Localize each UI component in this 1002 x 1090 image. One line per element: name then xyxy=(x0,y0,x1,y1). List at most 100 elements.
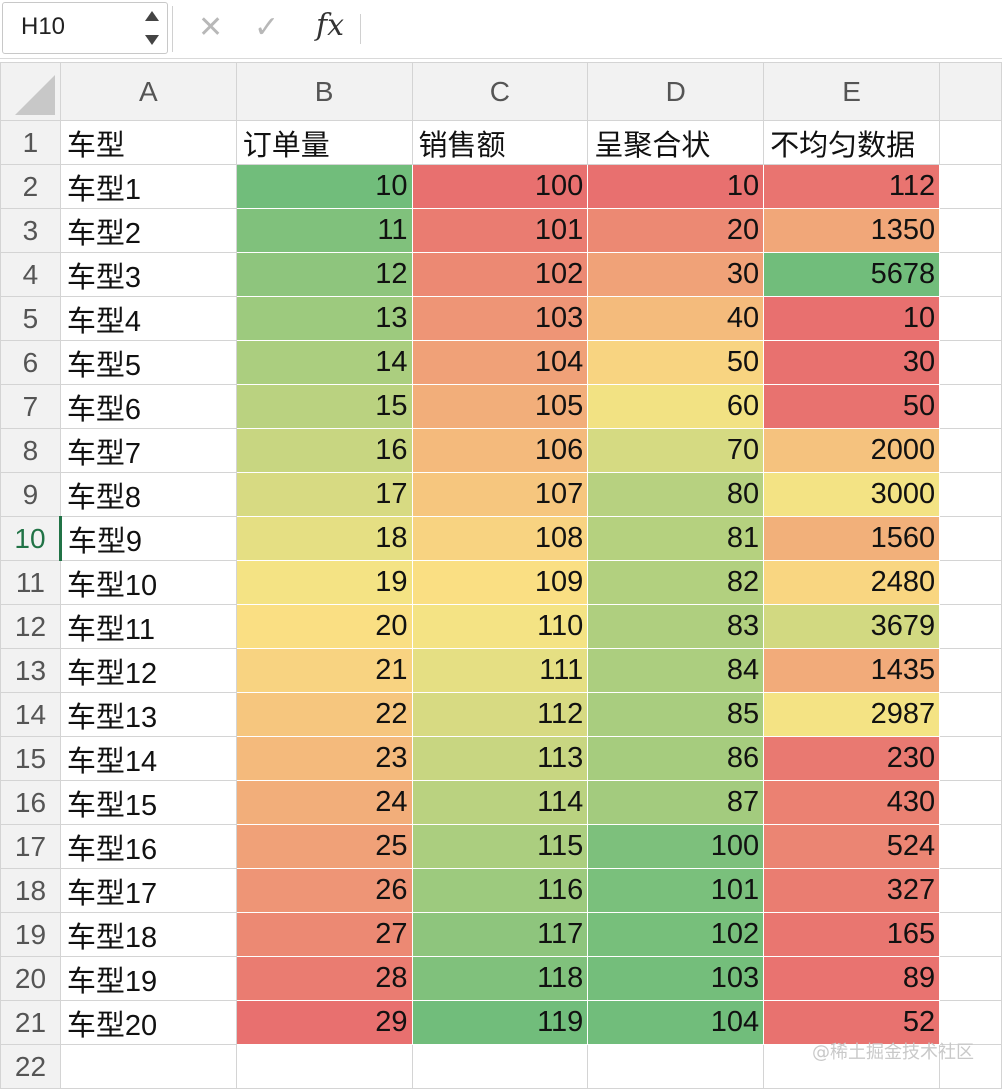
cell-clustered[interactable]: 82 xyxy=(587,560,764,605)
cell-empty[interactable] xyxy=(939,780,1002,825)
cell-orders[interactable]: 25 xyxy=(236,824,413,869)
row-header[interactable]: 2 xyxy=(0,164,61,209)
cell-sales[interactable]: 100 xyxy=(412,164,588,209)
cell-uneven[interactable]: 327 xyxy=(763,868,940,913)
cell-clustered[interactable]: 20 xyxy=(587,208,764,253)
cell-uneven[interactable]: 1435 xyxy=(763,648,940,693)
row-header[interactable]: 13 xyxy=(0,648,61,693)
cell-uneven[interactable]: 2987 xyxy=(763,692,940,737)
cell-sales[interactable]: 101 xyxy=(412,208,588,253)
cell-model[interactable]: 车型9 xyxy=(59,516,237,561)
cell-uneven[interactable]: 112 xyxy=(763,164,940,209)
cell-model[interactable]: 车型15 xyxy=(59,780,237,825)
select-all-corner[interactable] xyxy=(0,62,61,121)
cell-orders[interactable]: 15 xyxy=(236,384,413,429)
cell-clustered[interactable]: 50 xyxy=(587,340,764,385)
cell-uneven[interactable]: 524 xyxy=(763,824,940,869)
cell-empty[interactable] xyxy=(939,736,1002,781)
column-header-f-partial[interactable] xyxy=(939,62,1002,121)
cell-clustered[interactable]: 104 xyxy=(587,1000,764,1045)
cell-orders[interactable]: 20 xyxy=(236,604,413,649)
cell-clustered[interactable]: 101 xyxy=(587,868,764,913)
row-header[interactable]: 4 xyxy=(0,252,61,297)
row-header[interactable]: 11 xyxy=(0,560,61,605)
cell-model[interactable]: 车型19 xyxy=(59,956,237,1001)
cell-orders[interactable]: 24 xyxy=(236,780,413,825)
cell-empty[interactable] xyxy=(939,560,1002,605)
cell-model[interactable]: 车型11 xyxy=(59,604,237,649)
cell-sales[interactable]: 109 xyxy=(412,560,588,605)
cell-uneven[interactable]: 230 xyxy=(763,736,940,781)
cell-clustered[interactable]: 40 xyxy=(587,296,764,341)
cell-empty[interactable] xyxy=(939,252,1002,297)
cell-uneven[interactable]: 30 xyxy=(763,340,940,385)
row-header[interactable]: 14 xyxy=(0,692,61,737)
cell-orders[interactable]: 22 xyxy=(236,692,413,737)
row-header[interactable]: 12 xyxy=(0,604,61,649)
cell-empty[interactable] xyxy=(939,912,1002,957)
column-header-a[interactable]: A xyxy=(59,62,237,121)
cell-model[interactable]: 车型2 xyxy=(59,208,237,253)
cell-orders[interactable]: 23 xyxy=(236,736,413,781)
row-header[interactable]: 6 xyxy=(0,340,61,385)
row-header[interactable]: 18 xyxy=(0,868,61,913)
cell-uneven[interactable]: 10 xyxy=(763,296,940,341)
formula-input[interactable] xyxy=(366,6,1002,54)
row-header[interactable]: 20 xyxy=(0,956,61,1001)
cell-model[interactable]: 车型10 xyxy=(59,560,237,605)
cell-clustered[interactable]: 10 xyxy=(587,164,764,209)
cell-uneven[interactable]: 5678 xyxy=(763,252,940,297)
name-box-stepper[interactable] xyxy=(145,9,161,47)
cell-sales[interactable]: 107 xyxy=(412,472,588,517)
cell-clustered[interactable]: 100 xyxy=(587,824,764,869)
cell-empty[interactable] xyxy=(587,1044,765,1089)
function-icon[interactable]: fx xyxy=(316,8,344,43)
cell-model[interactable]: 车型17 xyxy=(59,868,237,913)
cell-orders[interactable]: 29 xyxy=(236,1000,413,1045)
cell-uneven[interactable]: 165 xyxy=(763,912,940,957)
cell-sales[interactable]: 113 xyxy=(412,736,588,781)
cell-model[interactable]: 车型3 xyxy=(59,252,237,297)
cell-sales[interactable]: 119 xyxy=(412,1000,588,1045)
cell-model[interactable]: 车型6 xyxy=(59,384,237,429)
cell-clustered[interactable]: 81 xyxy=(587,516,764,561)
cell-uneven[interactable]: 89 xyxy=(763,956,940,1001)
cell-model[interactable]: 车型13 xyxy=(59,692,237,737)
cell-sales[interactable]: 110 xyxy=(412,604,588,649)
cell-model[interactable]: 车型16 xyxy=(59,824,237,869)
row-header[interactable]: 22 xyxy=(0,1044,61,1089)
cell-model[interactable]: 车型7 xyxy=(59,428,237,473)
cell-empty[interactable] xyxy=(939,516,1002,561)
cell-b1[interactable]: 订单量 xyxy=(235,120,413,165)
cell-empty[interactable] xyxy=(939,340,1002,385)
cell-model[interactable]: 车型5 xyxy=(59,340,237,385)
cell-clustered[interactable]: 102 xyxy=(587,912,764,957)
chevron-down-icon[interactable] xyxy=(145,35,159,45)
cell-clustered[interactable]: 86 xyxy=(587,736,764,781)
row-header[interactable]: 15 xyxy=(0,736,61,781)
cell-orders[interactable]: 18 xyxy=(236,516,413,561)
row-header[interactable]: 17 xyxy=(0,824,61,869)
row-header[interactable]: 21 xyxy=(0,1000,61,1045)
cell-empty[interactable] xyxy=(939,208,1002,253)
cell-sales[interactable]: 111 xyxy=(412,648,588,693)
cell-orders[interactable]: 16 xyxy=(236,428,413,473)
row-header[interactable]: 9 xyxy=(0,472,61,517)
cell-clustered[interactable]: 70 xyxy=(587,428,764,473)
cell-orders[interactable]: 14 xyxy=(236,340,413,385)
column-header-d[interactable]: D xyxy=(587,62,765,121)
cell-empty[interactable] xyxy=(939,384,1002,429)
cell-orders[interactable]: 13 xyxy=(236,296,413,341)
cell-empty[interactable] xyxy=(939,692,1002,737)
chevron-up-icon[interactable] xyxy=(145,11,159,21)
cell-clustered[interactable]: 80 xyxy=(587,472,764,517)
cell-empty[interactable] xyxy=(939,604,1002,649)
cell-uneven[interactable]: 430 xyxy=(763,780,940,825)
cell-model[interactable]: 车型4 xyxy=(59,296,237,341)
cell-model[interactable]: 车型12 xyxy=(59,648,237,693)
row-header[interactable]: 7 xyxy=(0,384,61,429)
row-header[interactable]: 5 xyxy=(0,296,61,341)
cell-model[interactable]: 车型8 xyxy=(59,472,237,517)
cell-sales[interactable]: 106 xyxy=(412,428,588,473)
column-header-c[interactable]: C xyxy=(411,62,589,121)
